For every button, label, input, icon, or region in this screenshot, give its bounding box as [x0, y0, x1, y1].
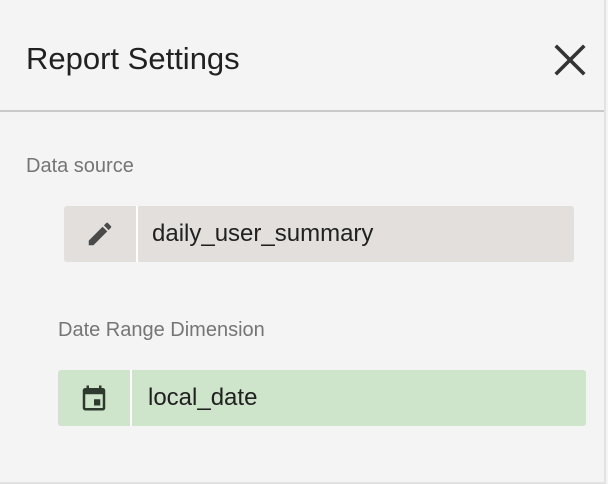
close-button[interactable]: [550, 40, 590, 80]
date-range-dimension-chip[interactable]: local_date: [58, 370, 586, 426]
date-range-icon-cell: [58, 370, 132, 426]
data-source-chip[interactable]: daily_user_summary: [64, 206, 574, 262]
data-source-value: daily_user_summary: [152, 220, 374, 247]
panel-title: Report Settings: [26, 41, 240, 76]
panel-header: Report Settings: [0, 0, 604, 112]
data-source-label: Data source: [26, 155, 134, 177]
edit-data-source-button[interactable]: [64, 206, 138, 262]
date-range-dimension-label: Date Range Dimension: [58, 319, 265, 341]
calendar-icon: [82, 385, 106, 411]
pencil-icon: [88, 222, 112, 246]
date-range-dimension-value: local_date: [148, 384, 258, 411]
report-settings-panel: Report Settings Data source daily_user_s…: [0, 0, 606, 484]
close-icon: [554, 44, 586, 76]
